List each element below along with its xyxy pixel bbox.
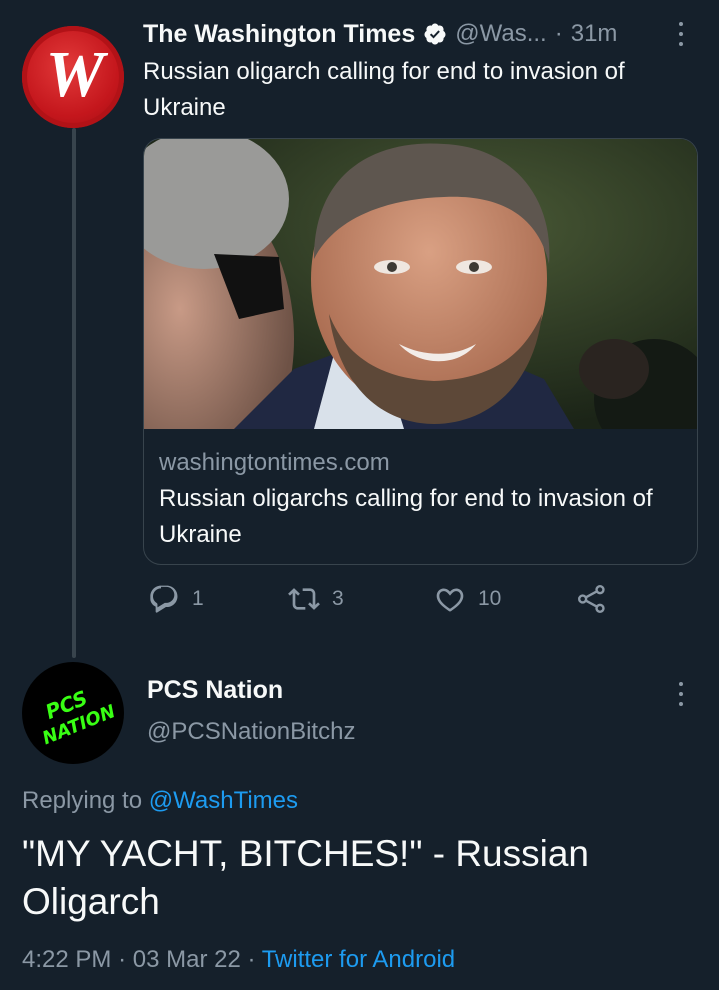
pcs-nation-logo: PCS NATION (40, 686, 119, 750)
like-count: 10 (478, 587, 502, 610)
pcs-nation-avatar[interactable]: PCS NATION (22, 662, 124, 764)
more-vertical-icon[interactable] (678, 22, 684, 46)
tweet2-handle[interactable]: @PCSNationBitchz (147, 718, 355, 746)
share-button[interactable] (576, 583, 620, 615)
heart-icon (436, 588, 464, 612)
tweet2-time[interactable]: 4:22 PM (22, 946, 111, 973)
tweet1-action-bar: 1 3 10 (148, 583, 668, 623)
tweet1-author-name[interactable]: The Washington Times (143, 20, 415, 49)
tweet2-meta: 4:22 PM · 03 Mar 22 · Twitter for Androi… (22, 942, 455, 978)
tweet2-source-link[interactable]: Twitter for Android (262, 946, 455, 973)
reply-count: 1 (192, 587, 204, 610)
oligarch-photo-illustration (144, 139, 697, 429)
verified-badge-icon (424, 23, 446, 45)
tweet1-handle[interactable]: @Was... (455, 20, 546, 48)
retweet-icon (288, 588, 320, 610)
reply-icon (150, 585, 178, 613)
share-icon (578, 585, 605, 613)
thread-line (72, 128, 76, 658)
reply-button[interactable]: 1 (148, 583, 204, 615)
tweet1-header: The Washington Times @Was... · 31m (143, 16, 617, 52)
meta-separator-2: · (247, 946, 256, 973)
replying-prefix: Replying to (22, 787, 143, 814)
more-vertical-icon[interactable] (678, 682, 684, 706)
retweet-count: 3 (332, 587, 344, 610)
wt-logo-letter: W (45, 38, 105, 111)
tweet1-time[interactable]: 31m (571, 20, 618, 48)
like-button[interactable]: 10 (434, 583, 501, 615)
retweet-button[interactable]: 3 (288, 583, 344, 615)
replying-to: Replying to @WashTimes (22, 784, 298, 818)
tweet1-text: Russian oligarch calling for end to inva… (143, 58, 625, 121)
tweet2-author-name[interactable]: PCS Nation (147, 676, 283, 705)
link-preview-card[interactable]: washingtontimes.com Russian oligarchs ca… (143, 138, 698, 565)
washington-times-avatar[interactable]: W (22, 26, 124, 128)
card-title: Russian oligarchs calling for end to inv… (159, 485, 653, 548)
meta-separator-1: · (118, 946, 127, 973)
tweet2-date[interactable]: 03 Mar 22 (133, 946, 241, 973)
article-photo (144, 139, 697, 429)
replying-handle-link[interactable]: @WashTimes (149, 787, 298, 814)
tweet2-text: "MY YACHT, BITCHES!" - Russian Oligarch (22, 833, 590, 922)
card-domain: washingtontimes.com (159, 449, 390, 476)
tweet1-separator: · (554, 20, 563, 47)
